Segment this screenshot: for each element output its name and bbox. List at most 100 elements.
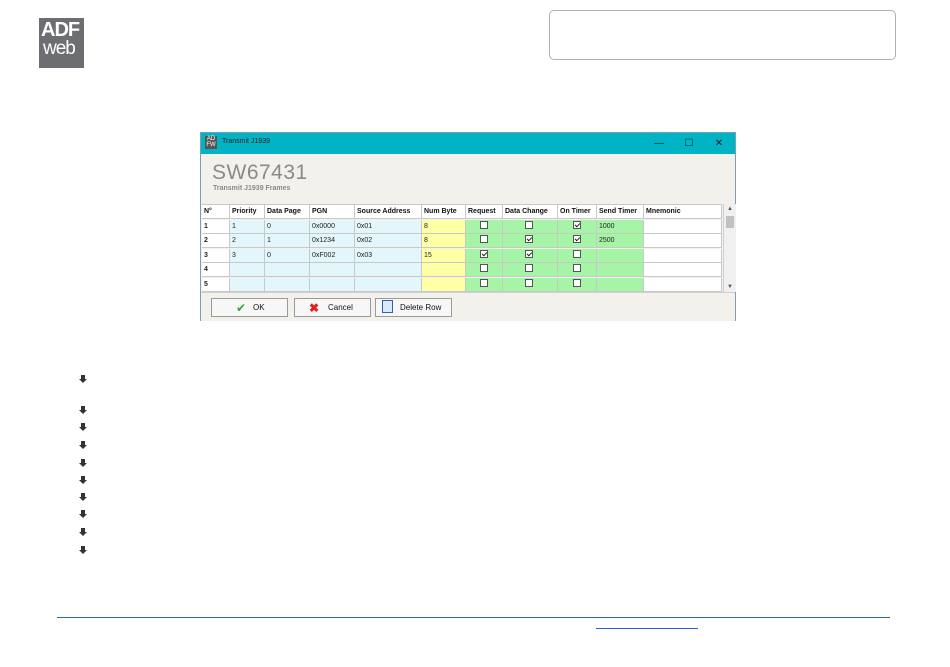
checkbox[interactable] [525,249,533,258]
table-cell-mnemonic[interactable] [644,234,722,249]
table-cell-mnemonic[interactable] [644,219,722,234]
table-cell-num-byte[interactable]: 15 [422,248,466,263]
table-cell-request[interactable] [466,278,503,292]
checkbox[interactable] [525,264,533,273]
checkbox[interactable] [573,235,581,244]
table-cell-data-page[interactable]: 0 [265,248,310,263]
table-cell-priority[interactable] [230,263,265,278]
bullet-arrow-icon [79,423,87,431]
table-cell-pgn[interactable]: 0x0000 [310,219,355,234]
column-header[interactable]: N° [202,205,230,219]
table-cell-send-timer[interactable]: 2500 [597,234,644,249]
table-cell-data-change[interactable] [503,219,558,234]
table-cell-mnemonic[interactable] [644,263,722,278]
table-cell-data-page[interactable]: 0 [265,219,310,234]
table-cell-data-change[interactable] [503,278,558,292]
table-cell-data-page[interactable] [265,263,310,278]
column-header[interactable]: On Timer [558,205,597,219]
footer-link[interactable] [596,628,698,629]
table-cell-request[interactable] [466,219,503,234]
close-button[interactable]: ✕ [704,135,734,152]
table-cell-on-timer[interactable] [558,248,597,263]
delete-row-button[interactable]: Delete Row [375,298,452,317]
table-cell-send-timer[interactable]: 1000 [597,219,644,234]
table-cell-source-address[interactable]: 0x03 [355,248,422,263]
bullet-arrow-icon [79,441,87,449]
table-cell-data-page[interactable] [265,278,310,292]
table-cell-data-change[interactable] [503,263,558,278]
scroll-up-icon[interactable]: ▲ [724,204,736,214]
column-header[interactable]: Request [466,205,503,219]
table-cell-send-timer[interactable] [597,263,644,278]
table-cell-request[interactable] [466,248,503,263]
window-header: SW67431 Transmit J1939 Frames [201,154,735,200]
table-cell-num-byte[interactable]: 8 [422,234,466,249]
checkbox[interactable] [480,279,488,287]
table-cell-on-timer[interactable] [558,219,597,234]
table-cell-send-timer[interactable] [597,248,644,263]
table-cell-request[interactable] [466,234,503,249]
column-header[interactable]: Data Page [265,205,310,219]
table-cell-priority[interactable]: 3 [230,248,265,263]
table-cell-on-timer[interactable] [558,278,597,292]
column-header[interactable]: Send Timer [597,205,644,219]
table-cell-on-timer[interactable] [558,234,597,249]
checkbox[interactable] [480,249,488,258]
checkbox[interactable] [480,235,488,244]
table-cell-pgn[interactable] [310,278,355,292]
table-cell-priority[interactable]: 1 [230,219,265,234]
table-cell-mnemonic[interactable] [644,248,722,263]
table-cell-send-timer[interactable] [597,278,644,292]
checkbox[interactable] [525,235,533,244]
table-cell-pgn[interactable]: 0xF002 [310,248,355,263]
checkbox[interactable] [573,249,581,258]
table-cell-priority[interactable] [230,278,265,292]
table-cell-num-byte[interactable] [422,278,466,292]
checkbox[interactable] [573,220,581,229]
column-header[interactable]: Data Change [503,205,558,219]
maximize-button[interactable]: ☐ [674,135,704,152]
delete-row-label: Delete Row [400,303,442,312]
checkbox[interactable] [480,264,488,273]
bullet-arrow-icon [79,476,87,484]
scroll-thumb[interactable] [726,216,734,228]
checkbox[interactable] [573,264,581,273]
window-titlebar[interactable]: AD FW Transmit J1939 — ☐ ✕ [201,133,735,154]
column-header[interactable]: PGN [310,205,355,219]
table-cell-source-address[interactable]: 0x02 [355,234,422,249]
table-cell-on-timer[interactable] [558,263,597,278]
adfweb-logo: ADF web [39,18,84,68]
checkbox[interactable] [525,279,533,287]
frames-table[interactable]: N° Priority Data Page PGN Source Address Num … [202,204,722,293]
bullet-arrow-icon [79,528,87,536]
table-cell-mnemonic[interactable] [644,278,722,292]
window-title: Transmit J1939 [222,138,270,145]
table-cell-request[interactable] [466,263,503,278]
column-header[interactable]: Num Byte [422,205,466,219]
table-scrollbar[interactable]: ▲ ▼ [723,204,736,292]
table-cell-source-address[interactable]: 0x01 [355,219,422,234]
table-cell-pgn[interactable]: 0x1234 [310,234,355,249]
column-header[interactable]: Source Address [355,205,422,219]
checkbox[interactable] [480,220,488,229]
cancel-button[interactable]: ✖ Cancel [294,298,371,317]
minimize-button[interactable]: — [644,135,674,152]
row-number: 2 [202,234,230,249]
table-cell-num-byte[interactable]: 8 [422,219,466,234]
delete-row-icon [382,300,393,313]
table-cell-num-byte[interactable] [422,263,466,278]
table-cell-data-page[interactable]: 1 [265,234,310,249]
table-cell-source-address[interactable] [355,263,422,278]
table-cell-data-change[interactable] [503,248,558,263]
table-cell-source-address[interactable] [355,278,422,292]
table-cell-pgn[interactable] [310,263,355,278]
bullet-arrow-icon [79,546,87,554]
ok-button[interactable]: ✔ OK [211,298,288,317]
table-cell-data-change[interactable] [503,234,558,249]
checkbox[interactable] [573,279,581,287]
checkbox[interactable] [525,220,533,229]
column-header[interactable]: Mnemonic [644,205,722,219]
scroll-down-icon[interactable]: ▼ [724,282,736,292]
table-cell-priority[interactable]: 2 [230,234,265,249]
column-header[interactable]: Priority [230,205,265,219]
